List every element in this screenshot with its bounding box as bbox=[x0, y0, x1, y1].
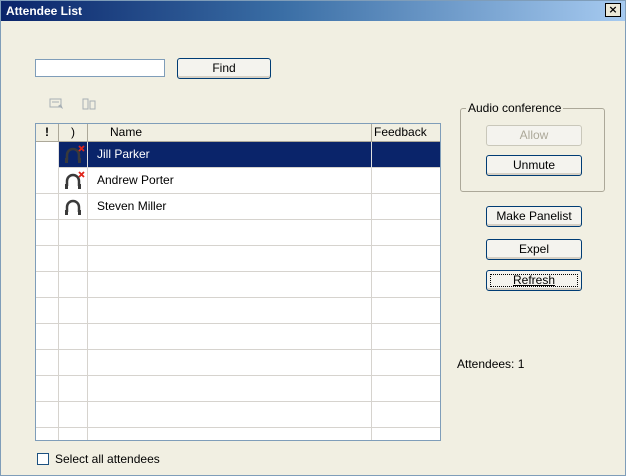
attendee-list-window: Attendee List × Find ! ) Name Feedback J… bbox=[0, 0, 626, 476]
empty-row bbox=[36, 272, 440, 298]
empty-row bbox=[36, 220, 440, 246]
close-button[interactable]: × bbox=[605, 3, 621, 17]
table-row[interactable]: Jill Parker bbox=[36, 142, 440, 168]
empty-row bbox=[36, 402, 440, 428]
column-header-audio[interactable]: ) bbox=[59, 124, 88, 142]
close-icon: × bbox=[608, 3, 618, 16]
attendee-name: Andrew Porter bbox=[88, 168, 372, 194]
empty-row bbox=[36, 324, 440, 350]
headset-icon bbox=[65, 199, 81, 215]
title-bar[interactable]: Attendee List × bbox=[1, 1, 625, 21]
empty-row bbox=[36, 428, 440, 440]
audio-cell bbox=[59, 142, 88, 168]
feedback-cell bbox=[372, 194, 440, 220]
unmute-button[interactable]: Unmute bbox=[486, 155, 582, 176]
search-input[interactable] bbox=[35, 59, 165, 77]
attendee-name: Jill Parker bbox=[88, 142, 372, 168]
find-button[interactable]: Find bbox=[177, 58, 271, 79]
chat-icon[interactable] bbox=[49, 97, 65, 111]
audio-conference-group: Audio conference bbox=[460, 101, 605, 192]
status-cell bbox=[36, 142, 59, 168]
feedback-cell bbox=[372, 142, 440, 168]
expel-button[interactable]: Expel bbox=[486, 239, 582, 260]
audio-cell bbox=[59, 194, 88, 220]
status-cell bbox=[36, 168, 59, 194]
column-header-status[interactable]: ! bbox=[36, 124, 59, 142]
allow-button[interactable]: Allow bbox=[486, 125, 582, 146]
select-all-label[interactable]: Select all attendees bbox=[55, 452, 160, 466]
attendee-name: Steven Miller bbox=[88, 194, 372, 220]
empty-row bbox=[36, 298, 440, 324]
window-title: Attendee List bbox=[6, 4, 83, 18]
status-cell bbox=[36, 194, 59, 220]
table-row[interactable]: Steven Miller bbox=[36, 194, 440, 220]
attendees-count: Attendees: 1 bbox=[457, 357, 525, 371]
refresh-button[interactable]: Refresh bbox=[486, 270, 582, 291]
feedback-cell bbox=[372, 168, 440, 194]
empty-row bbox=[36, 246, 440, 272]
make-panelist-button[interactable]: Make Panelist bbox=[486, 206, 582, 227]
attendee-table[interactable]: ! ) Name Feedback Jill Parker Andrew Por… bbox=[35, 123, 441, 441]
empty-row bbox=[36, 350, 440, 376]
column-header-name[interactable]: Name bbox=[88, 124, 372, 142]
transfer-icon[interactable] bbox=[81, 97, 97, 111]
empty-row bbox=[36, 376, 440, 402]
audio-cell bbox=[59, 168, 88, 194]
column-header-feedback[interactable]: Feedback bbox=[372, 124, 440, 142]
audio-conference-legend: Audio conference bbox=[466, 101, 564, 115]
select-all-checkbox[interactable] bbox=[37, 453, 49, 465]
table-row[interactable]: Andrew Porter bbox=[36, 168, 440, 194]
headset-muted-icon bbox=[65, 171, 85, 189]
headset-muted-icon bbox=[65, 145, 85, 163]
